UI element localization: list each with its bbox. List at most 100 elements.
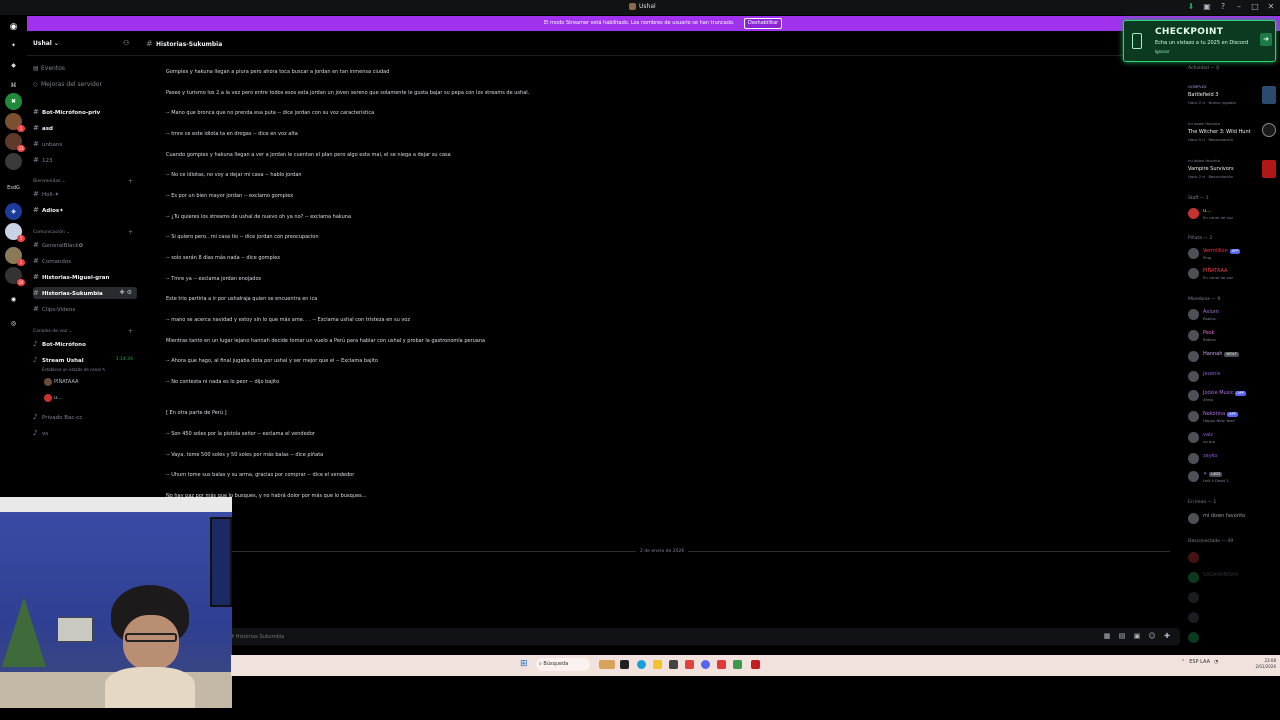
member-item[interactable] <box>1188 590 1278 606</box>
member-status: Roblox <box>1203 316 1216 321</box>
server-icon[interactable]: 23 <box>5 133 25 152</box>
close-icon[interactable]: ✕ <box>1266 2 1276 12</box>
channel-historias-sukumbia[interactable]: # Historias-Sukumbia ✚ ⚙ <box>33 287 137 299</box>
voice-channel-bot-microfono[interactable]: ♪ Bot-Micrófono <box>33 338 137 350</box>
category-voz[interactable]: Canales de voz ⌄ + <box>33 328 137 335</box>
gif-icon[interactable]: ▤ <box>1118 632 1126 641</box>
member-item[interactable]: Vermillion APP Ping <box>1188 246 1278 262</box>
member-item[interactable]: mi down favorito <box>1188 511 1278 527</box>
channel-status-prompt[interactable]: Establece un estado de canal ✎ <box>42 364 105 375</box>
arrow-right-icon[interactable]: ➜ <box>1260 33 1272 46</box>
member-item[interactable]: valz no bro <box>1188 430 1278 446</box>
add-channel-icon[interactable]: + <box>128 178 133 185</box>
server-name[interactable]: Ushal ⌄ <box>33 40 59 47</box>
invite-icon[interactable]: ⚇ <box>123 39 129 47</box>
voice-user[interactable]: PIÑATAAA <box>44 377 78 388</box>
server-icon[interactable]: 5 <box>5 223 25 242</box>
direct-messages-icon[interactable]: ◉ <box>5 19 22 36</box>
member-item[interactable] <box>1188 550 1278 566</box>
server-icon[interactable] <box>5 153 22 170</box>
server-header[interactable]: Ushal ⌄ ⚇ <box>27 31 140 56</box>
activity-card[interactable]: mi down favorito Vampire Survivors Hace … <box>1188 158 1278 192</box>
member-item[interactable]: PIÑATAAA En canal de voz <box>1188 266 1278 282</box>
widgets-icon[interactable] <box>599 660 615 669</box>
windows-start-icon[interactable]: ⊞ <box>520 659 530 669</box>
app-icon[interactable] <box>669 660 678 669</box>
system-tray[interactable]: ⌃ ESP LAA ◔ <box>1181 659 1218 665</box>
category-bienvenidas[interactable]: Bienvenidas ⌄ + <box>33 178 137 185</box>
brave-icon[interactable] <box>685 660 694 669</box>
server-icon[interactable]: 1 <box>5 113 25 132</box>
server-icon[interactable]: ◈ <box>5 203 22 220</box>
channel-adios[interactable]: # Adios✦ <box>33 204 137 216</box>
voice-user[interactable]: u... <box>44 393 62 404</box>
member-item[interactable]: Jockie Music APP/Help <box>1188 388 1278 404</box>
member-item[interactable]: jesenis <box>1188 369 1278 385</box>
member-item[interactable]: Hannah WOLF <box>1188 349 1278 365</box>
server-icon[interactable]: 1 <box>5 247 25 266</box>
app-icon[interactable] <box>733 660 742 669</box>
category-comunicacion[interactable]: Comunicación ⌄ + <box>33 229 137 236</box>
voice-channel-privado[interactable]: ♪ Privado Bac-cc <box>33 411 137 423</box>
add-channel-icon[interactable]: + <box>128 328 133 335</box>
app-icon[interactable] <box>751 660 760 669</box>
member-item[interactable]: Nekotina APP Happy New Year! <box>1188 409 1278 425</box>
inbox-icon[interactable]: ▣ <box>1202 2 1212 12</box>
activity-card[interactable]: mi down favorito The Witcher 3: Wild Hun… <box>1188 121 1278 155</box>
server-icon[interactable]: ◆ <box>5 57 22 74</box>
discord-icon[interactable] <box>701 660 710 669</box>
apps-icon[interactable]: ✚ <box>1163 632 1171 641</box>
boosts-item[interactable]: ◇ Mejoras del servidor <box>33 80 102 90</box>
help-icon[interactable]: ? <box>1218 2 1228 12</box>
member-item[interactable]: u... En canal de voz <box>1188 206 1278 222</box>
file-explorer-icon[interactable] <box>653 660 662 669</box>
edge-icon[interactable] <box>637 660 646 669</box>
channel-bot-microfono-priv[interactable]: # Bot-Micrófono-priv <box>33 106 137 118</box>
download-icon[interactable]: ⬇ <box>1186 2 1196 12</box>
events-item[interactable]: ▤ Eventos <box>33 64 65 74</box>
explore-icon[interactable]: ◎ <box>5 315 22 332</box>
server-icon[interactable]: 24 <box>5 267 25 286</box>
message-input[interactable] <box>230 631 830 642</box>
add-channel-icon[interactable]: + <box>128 229 133 236</box>
channel-clips[interactable]: # Clips-Videos <box>33 303 137 315</box>
voice-channel-vs[interactable]: ♪ vs <box>33 427 137 439</box>
app-icon[interactable] <box>717 660 726 669</box>
taskbar-clock[interactable]: 23:08 2/01/2026 <box>1248 658 1276 670</box>
gift-icon[interactable]: ▦ <box>1103 632 1111 641</box>
server-icon[interactable]: ⌘ <box>5 77 22 94</box>
disable-streamer-button[interactable]: Deshabilitar <box>744 18 783 29</box>
member-item[interactable]: Pesk Roblox <box>1188 328 1278 344</box>
server-icon[interactable]: ◉ <box>5 291 22 308</box>
member-item[interactable]: Axium Roblox <box>1188 307 1278 323</box>
channel-unbans[interactable]: # unbans <box>33 138 137 150</box>
maximize-icon[interactable]: □ <box>1250 2 1260 12</box>
ignore-link[interactable]: Ignorar <box>1155 49 1169 54</box>
channel-comandos[interactable]: # Comandos <box>33 255 137 267</box>
taskbar-search[interactable]: ⌕ Búsqueda <box>536 658 590 671</box>
channel-asd[interactable]: # asd <box>33 122 137 134</box>
chevron-up-icon[interactable]: ⌃ <box>1181 659 1185 665</box>
minimize-icon[interactable]: – <box>1234 2 1244 12</box>
channel-holi[interactable]: # Holi-✦ <box>33 188 137 200</box>
settings-gear-icon[interactable]: ✚ ⚙ <box>120 287 133 299</box>
activity-card[interactable]: GOMPLEX Battlefield 3 Hace 2 d · Nuevo j… <box>1188 84 1278 118</box>
checkpoint-popup[interactable]: CHECKPOINT Echa un vistazo a tu 2025 en … <box>1123 20 1276 62</box>
task-view-icon[interactable] <box>620 660 629 669</box>
emoji-icon[interactable]: ☺ <box>1148 632 1156 641</box>
member-item[interactable] <box>1188 610 1278 626</box>
channel-123[interactable]: #123 <box>33 154 137 166</box>
member-item[interactable]: ✦ L4D2 Left 4 Dead 2 <box>1188 469 1278 485</box>
sticker-icon[interactable]: ▣ <box>1133 632 1141 641</box>
tray-language[interactable]: ESP LAA <box>1189 659 1210 665</box>
member-item[interactable]: SASAHANDAA <box>1188 570 1278 586</box>
member-item[interactable] <box>1188 630 1278 646</box>
wifi-icon[interactable]: ◔ <box>1214 659 1218 665</box>
server-icon[interactable]: ✦ <box>5 37 22 54</box>
server-icon[interactable]: ✖ <box>5 93 22 110</box>
channel-historias-miguel[interactable]: # Historias-Miguel-gran <box>33 271 137 283</box>
server-label[interactable]: EsdG <box>5 180 22 197</box>
member-item[interactable]: zayko <box>1188 451 1278 467</box>
activity-meta: Hace 5 h · Reanudación <box>1188 137 1234 142</box>
channel-general[interactable]: # GeneralBlack✿ <box>33 239 137 251</box>
